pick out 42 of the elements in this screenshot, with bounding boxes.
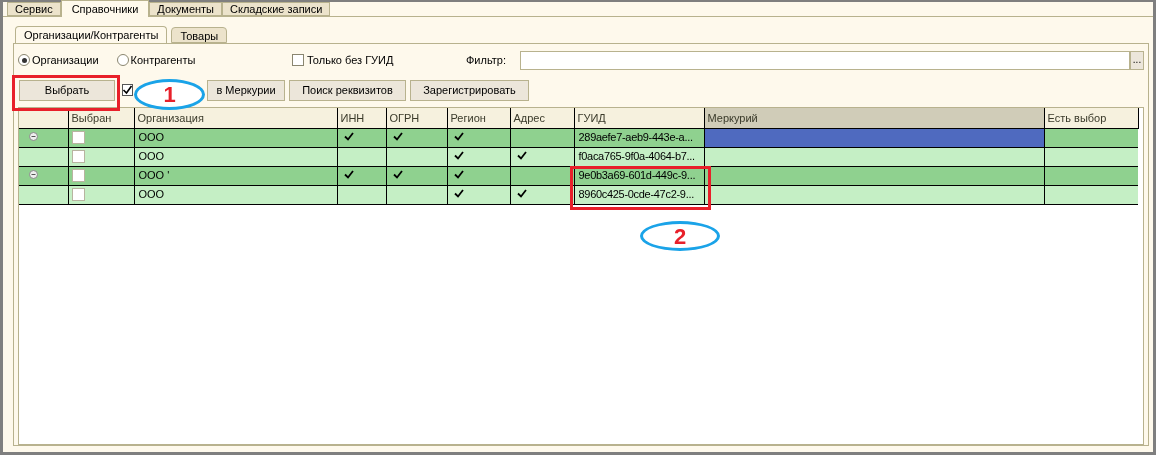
radio-label: Организации: [32, 52, 99, 68]
table-cell: 289aefe7-aeb9-443e-a...: [574, 128, 704, 147]
checklist-icon: [122, 84, 133, 96]
toolbar-button[interactable]: Зарегистрировать: [410, 79, 529, 101]
checkbox-label: Только без ГУИД: [307, 52, 394, 68]
checkbox[interactable]: [71, 131, 85, 144]
tab[interactable]: Документы: [149, 2, 222, 16]
column-header[interactable]: Есть выбор: [1044, 108, 1138, 128]
ellipsis-button[interactable]: ...: [1130, 50, 1144, 70]
column-header[interactable]: ИНН: [337, 108, 386, 128]
collapse-icon[interactable]: [29, 170, 38, 180]
checkbox[interactable]: [292, 54, 304, 66]
collapse-icon[interactable]: [29, 132, 38, 142]
table-cell: ООО: [134, 147, 337, 166]
table-cell: ООО: [134, 185, 337, 204]
radio-button[interactable]: [116, 54, 129, 66]
toolbar-button[interactable]: Поиск реквизитов: [289, 79, 406, 101]
toolbar-button[interactable]: Выбрать: [19, 79, 115, 101]
toolbar-button[interactable]: в Меркурии: [207, 79, 285, 101]
tab[interactable]: Сервис: [7, 2, 61, 16]
tab[interactable]: Организации/Контрагенты: [15, 26, 168, 44]
checkbox[interactable]: [71, 169, 85, 182]
column-header[interactable]: ГУИД: [574, 108, 704, 128]
column-header[interactable]: Регион: [447, 108, 510, 128]
table-cell: ООО: [134, 128, 337, 147]
table-cell: 8960c425-0cde-47c2-9...: [574, 185, 704, 204]
checkbox[interactable]: [71, 150, 85, 163]
checkbox[interactable]: [71, 188, 85, 201]
table-cell: f0aca765-9f0a-4064-b7...: [574, 147, 704, 166]
tab[interactable]: Справочники: [60, 0, 150, 17]
radio-button[interactable]: [18, 54, 30, 66]
table-cell: 9e0b3a69-601d-449c-9...: [574, 166, 704, 185]
filter-field[interactable]: [520, 50, 1130, 70]
tab[interactable]: Складские записи: [222, 2, 331, 16]
column-header[interactable]: ОГРН: [386, 108, 447, 128]
column-header[interactable]: Организация: [134, 108, 337, 128]
column-header[interactable]: Адрес: [510, 108, 574, 128]
radio-label: Контрагенты: [130, 52, 196, 68]
tab[interactable]: Товары: [171, 27, 228, 43]
filter-label: Фильтр:: [466, 52, 507, 68]
table-cell: ООО ': [134, 166, 337, 185]
column-header[interactable]: Меркурий: [704, 108, 1044, 128]
